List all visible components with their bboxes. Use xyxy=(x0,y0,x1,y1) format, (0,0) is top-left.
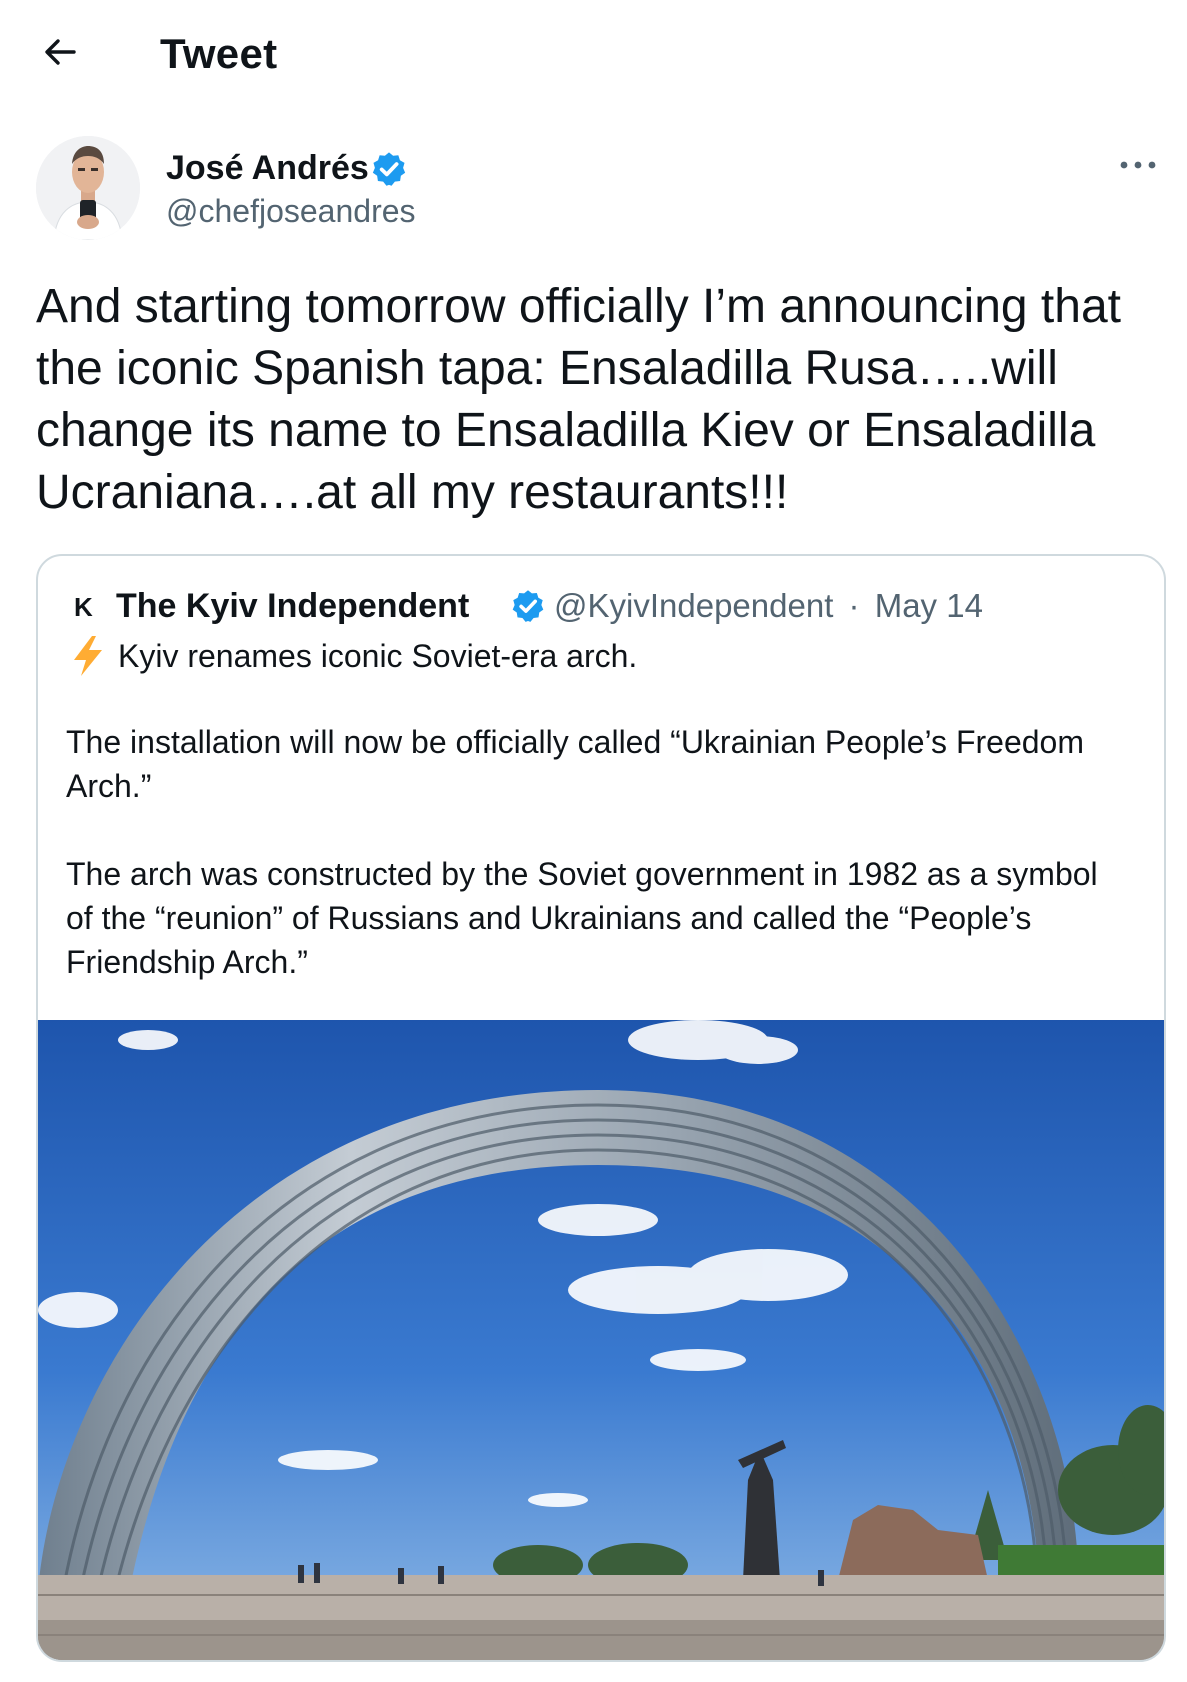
arrow-left-icon xyxy=(45,39,76,65)
lightning-bolt-icon xyxy=(74,636,102,676)
arch-photo[interactable] xyxy=(38,1020,1164,1660)
quoted-tweet-meta: @KyivIndependent · May 14 xyxy=(554,586,983,626)
quoted-headline: Kyiv renames iconic Soviet-era arch. xyxy=(68,634,1128,678)
verified-badge-icon xyxy=(372,152,406,186)
avatar[interactable] xyxy=(36,136,140,240)
tweet-text: And starting tomorrow officially I’m ann… xyxy=(36,280,1121,519)
tweet-author: José Andrés @chefjoseandres xyxy=(36,136,1166,246)
quoted-tweet-header: K The Kyiv Independent @KyivIndependent … xyxy=(74,584,1134,628)
more-horizontal-icon xyxy=(1120,161,1156,169)
quoted-headline-text: Kyiv renames iconic Soviet-era arch. xyxy=(118,638,638,674)
back-button[interactable] xyxy=(38,30,82,74)
quoted-author-name[interactable]: The Kyiv Independent xyxy=(116,586,469,626)
verified-badge-icon xyxy=(512,590,544,622)
author-name[interactable]: José Andrés xyxy=(166,148,369,188)
quoted-paragraph: The installation will now be officially … xyxy=(66,724,1084,804)
quoted-tweet-body: The installation will now be officially … xyxy=(66,720,1126,1028)
quoted-date[interactable]: May 14 xyxy=(875,587,983,624)
author-handle[interactable]: @chefjoseandres xyxy=(166,192,416,230)
more-options-button[interactable] xyxy=(1116,150,1160,180)
quoted-handle[interactable]: @KyivIndependent xyxy=(554,587,833,624)
meta-separator: · xyxy=(848,587,860,624)
quoted-tweet-card[interactable]: K The Kyiv Independent @KyivIndependent … xyxy=(36,554,1166,1662)
kyiv-independent-logo: K xyxy=(74,592,93,622)
quoted-paragraph: The arch was constructed by the Soviet g… xyxy=(66,856,1098,980)
top-bar: Tweet xyxy=(0,0,1187,110)
page-title: Tweet xyxy=(160,30,278,77)
